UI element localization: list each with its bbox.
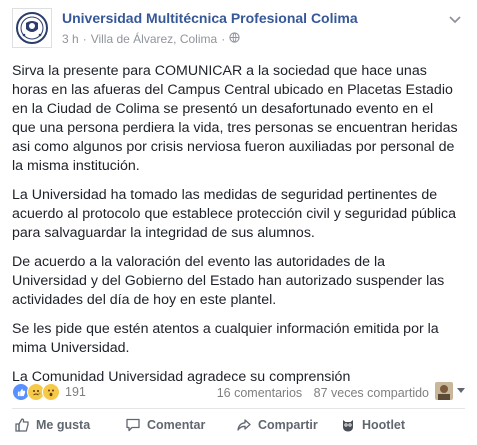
post-paragraph: Sirva la presente para COMUNICAR a la so… (12, 63, 458, 174)
post-location[interactable]: Villa de Álvarez, Colima (91, 32, 218, 46)
hootlet-label: Hootlet (362, 418, 406, 432)
post-body: Sirva la presente para COMUNICAR a la so… (12, 62, 460, 397)
share-button[interactable]: Compartir (236, 417, 318, 433)
comment-button[interactable]: Comentar (125, 417, 205, 433)
page-avatar[interactable] (12, 8, 52, 48)
like-button[interactable]: Me gusta (14, 417, 90, 433)
wow-icon (42, 383, 60, 401)
post-stats: 191 16 comentarios 87 veces compartido (12, 380, 465, 404)
reaction-count: 191 (65, 385, 86, 399)
hootlet-button[interactable]: Hootlet (340, 417, 405, 433)
comment-label: Comentar (147, 418, 206, 432)
divider (12, 408, 465, 409)
post-options-chevron-icon[interactable] (447, 12, 463, 28)
thumbs-up-icon (15, 418, 29, 432)
meta-separator: · (221, 32, 226, 46)
page-name-link[interactable]: Universidad Multitécnica Profesional Col… (62, 10, 358, 26)
actor-avatar[interactable] (435, 382, 453, 400)
university-logo-icon (16, 12, 48, 44)
share-icon (237, 419, 251, 431)
post-time[interactable]: 3 h (62, 32, 79, 46)
comments-count-link[interactable]: 16 comentarios (217, 386, 302, 400)
like-label: Me gusta (36, 418, 91, 432)
post-paragraph: La Universidad ha tomado las medidas de … (12, 187, 457, 241)
comment-icon (126, 418, 140, 432)
post-meta: 3 h · Villa de Álvarez, Colima · (62, 32, 240, 46)
globe-icon (229, 32, 240, 46)
share-label: Compartir (258, 418, 318, 432)
facebook-post: Universidad Multitécnica Profesional Col… (0, 0, 477, 445)
post-header: Universidad Multitécnica Profesional Col… (12, 8, 465, 52)
meta-separator: · (82, 32, 87, 46)
engagement-counts: 16 comentarios 87 veces compartido (209, 386, 429, 400)
shares-count-link[interactable]: 87 veces compartido (314, 386, 429, 400)
post-action-bar: Me gusta Comentar Compartir Hootlet (12, 412, 465, 438)
post-paragraph: De acuerdo a la valoración del evento la… (12, 254, 445, 308)
actor-dropdown-chevron-icon[interactable] (457, 388, 465, 393)
post-paragraph: Se les pide que estén atentos a cualquie… (12, 321, 439, 356)
reactions-summary[interactable]: 191 (12, 383, 86, 401)
hootlet-owl-icon (343, 420, 353, 432)
